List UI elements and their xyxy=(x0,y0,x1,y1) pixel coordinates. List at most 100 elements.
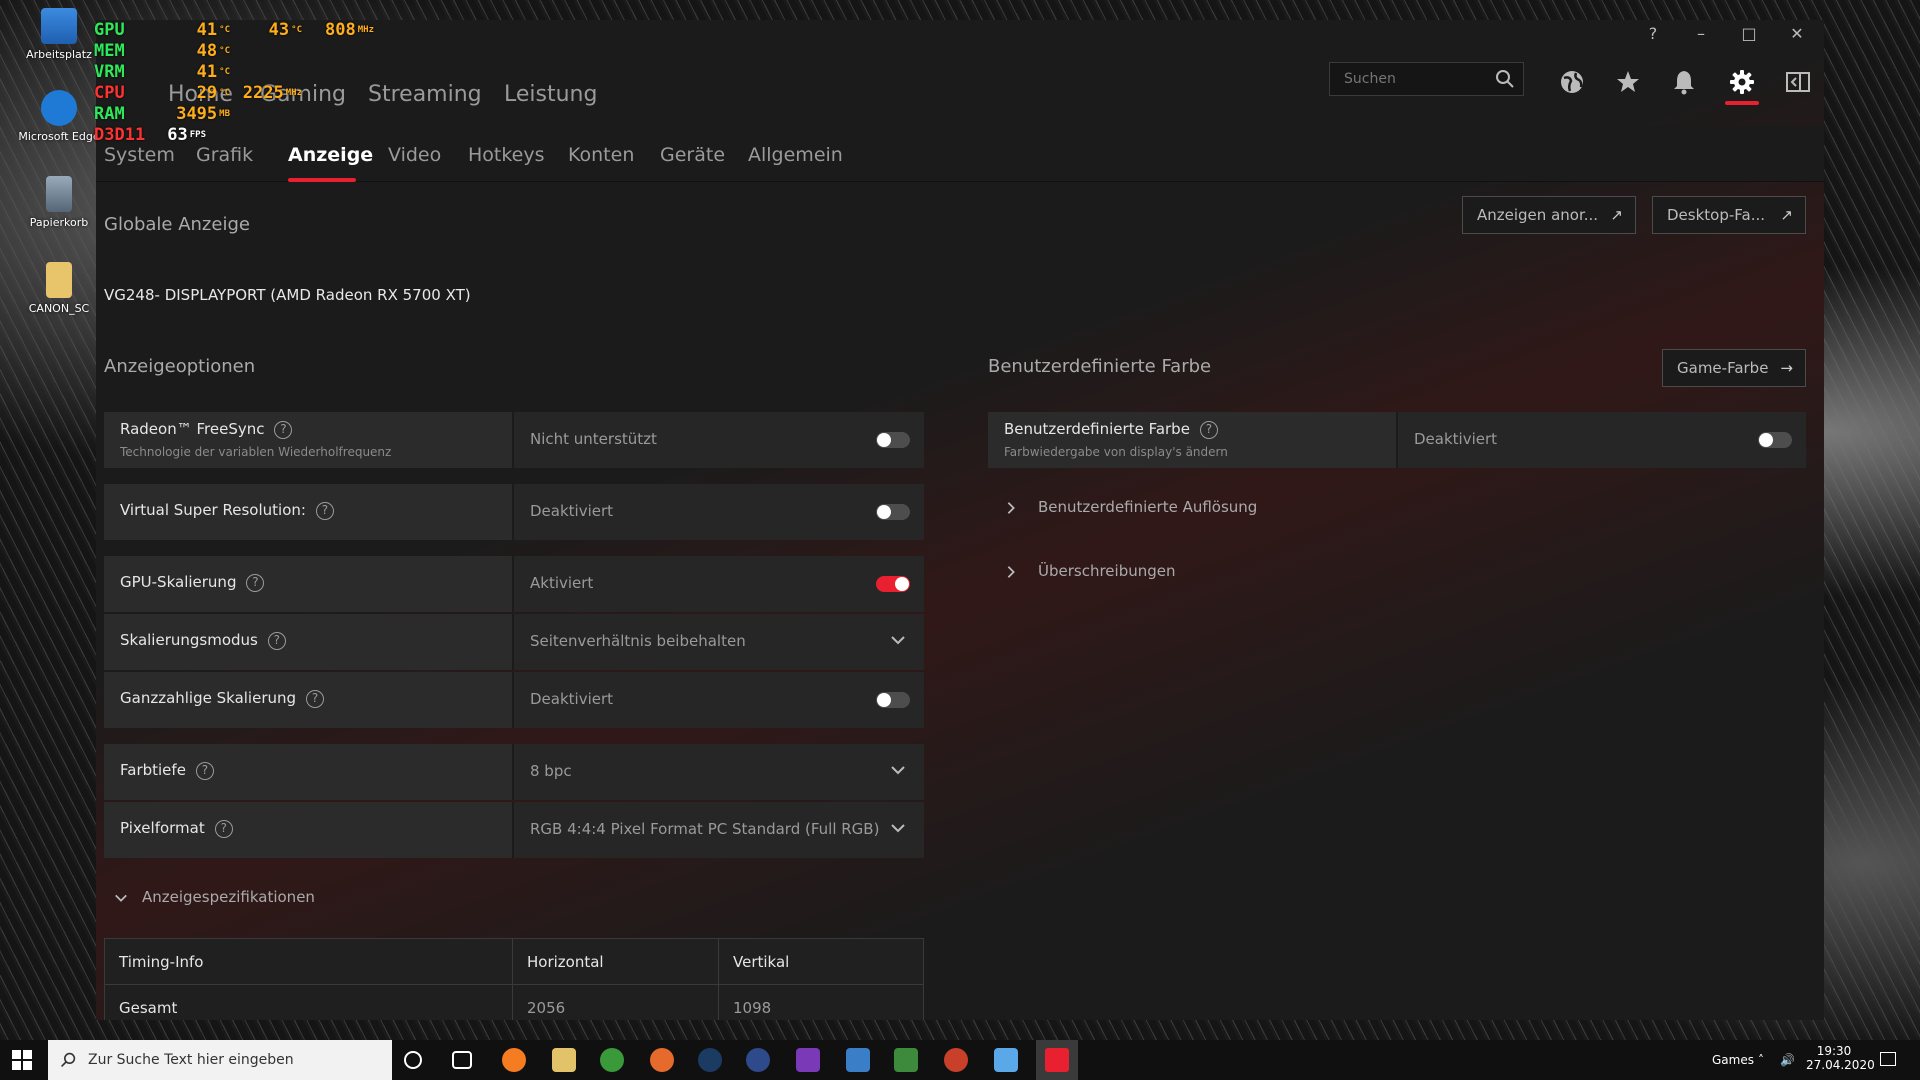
help-icon[interactable]: ? xyxy=(214,819,233,838)
chevron-up-icon[interactable]: ˄ xyxy=(1758,1040,1764,1080)
custom-color-toggle[interactable] xyxy=(1758,432,1792,448)
vsr-toggle[interactable] xyxy=(876,504,910,520)
radeon-taskbar-button[interactable] xyxy=(1036,1040,1078,1080)
folder-icon xyxy=(46,262,72,298)
tab-grafik[interactable]: Grafik xyxy=(196,144,253,166)
overrides-expander[interactable]: Überschreibungen xyxy=(1002,562,1176,580)
display-specs-expander[interactable]: Anzeigespezifikationen xyxy=(112,888,315,906)
help-icon[interactable]: ? xyxy=(1634,20,1672,48)
tab-leistung[interactable]: Leistung xyxy=(504,82,597,107)
chevron-down-icon[interactable] xyxy=(890,632,906,648)
active-tab-indicator xyxy=(288,178,356,182)
search-icon[interactable] xyxy=(1495,69,1515,89)
radeon-icon xyxy=(1045,1048,1069,1072)
help-icon[interactable]: ? xyxy=(195,761,214,780)
chevron-down-icon[interactable] xyxy=(890,820,906,836)
taskbar: Zur Suche Text hier eingeben Games ˄ 🔊 1… xyxy=(0,1040,1920,1080)
volume-icon[interactable]: 🔊 xyxy=(1780,1040,1795,1080)
anydesk-icon[interactable] xyxy=(944,1048,968,1072)
calculator-icon[interactable] xyxy=(846,1048,870,1072)
edge-icon xyxy=(41,90,77,126)
pixel-format-select[interactable]: RGB 4:4:4 Pixel Format PC Standard (Full… xyxy=(530,820,879,838)
option-row-color-depth[interactable]: Farbtiefe? 8 bpc xyxy=(104,744,924,800)
computer-icon xyxy=(41,8,77,44)
clock[interactable]: 19:30 27.04.2020 xyxy=(1806,1040,1875,1080)
tray-label-games[interactable]: Games xyxy=(1712,1040,1754,1080)
option-row-integer-scaling: Ganzzahlige Skalierung? Deaktiviert xyxy=(104,672,924,728)
xbox-icon[interactable] xyxy=(600,1048,624,1072)
cortana-icon[interactable] xyxy=(404,1051,422,1069)
table-row: Gesamt 2056 1098 xyxy=(104,984,924,1020)
option-row-gpu-scaling: GPU-Skalierung? Aktiviert xyxy=(104,556,924,612)
app-icon[interactable] xyxy=(796,1048,820,1072)
tab-konten[interactable]: Konten xyxy=(568,144,634,166)
maximize-icon[interactable]: □ xyxy=(1730,20,1768,48)
help-icon[interactable]: ? xyxy=(267,631,286,650)
gpu-scaling-toggle[interactable] xyxy=(876,576,910,592)
file-explorer-icon[interactable] xyxy=(552,1048,576,1072)
tab-hotkeys[interactable]: Hotkeys xyxy=(468,144,545,166)
option-row-freesync: Radeon™ FreeSync? Technologie der variab… xyxy=(104,412,924,468)
globe-icon[interactable] xyxy=(1558,68,1586,96)
desktop-icon-arbeitsplatz[interactable]: Arbeitsplatz xyxy=(14,8,104,61)
task-view-icon[interactable] xyxy=(452,1051,472,1069)
chevron-right-icon xyxy=(1007,502,1015,514)
color-depth-select[interactable]: 8 bpc xyxy=(530,762,572,780)
desktop-icon-canon[interactable]: CANON_SC xyxy=(14,262,104,315)
desktop-color-button[interactable]: Desktop-Fa... ↗ xyxy=(1652,196,1806,234)
search-input[interactable] xyxy=(1330,63,1490,95)
game-color-button[interactable]: Game-Farbe → xyxy=(1662,349,1806,387)
display-name: VG248- DISPLAYPORT (AMD Radeon RX 5700 X… xyxy=(104,286,471,304)
steam-icon[interactable] xyxy=(698,1048,722,1072)
option-row-pixel-format[interactable]: Pixelformat? RGB 4:4:4 Pixel Format PC S… xyxy=(104,802,924,858)
table-header-row: Timing-Info Horizontal Vertikal xyxy=(104,938,924,985)
windows-start-icon[interactable] xyxy=(12,1050,32,1070)
custom-resolution-expander[interactable]: Benutzerdefinierte Auflösung xyxy=(1002,498,1257,516)
radeon-settings-window: ? – □ ✕ Home Gaming Streaming Leistung S… xyxy=(96,20,1824,1020)
bell-icon[interactable] xyxy=(1670,68,1698,96)
desktop-icon-papierkorb[interactable]: Papierkorb xyxy=(14,176,104,229)
tab-anzeige[interactable]: Anzeige xyxy=(288,144,373,166)
option-row-scaling-mode[interactable]: Skalierungsmodus? Seitenverhältnis beibe… xyxy=(104,614,924,670)
search-box[interactable] xyxy=(1329,62,1524,96)
desktop-icon-edge[interactable]: Microsoft Edge xyxy=(14,90,104,143)
firefox-icon[interactable] xyxy=(502,1048,526,1072)
help-icon[interactable]: ? xyxy=(274,420,293,439)
tab-geraete[interactable]: Geräte xyxy=(660,144,725,166)
arrange-displays-button[interactable]: Anzeigen anor... ↗ xyxy=(1462,196,1636,234)
tab-video[interactable]: Video xyxy=(388,144,441,166)
search-icon xyxy=(61,1052,76,1067)
integer-scaling-toggle[interactable] xyxy=(876,692,910,708)
freesync-toggle[interactable] xyxy=(876,432,910,448)
chevron-down-icon xyxy=(115,894,127,902)
external-arrow-icon: ↗ xyxy=(1610,206,1623,224)
section-title-custom-color: Benutzerdefinierte Farbe xyxy=(988,356,1212,377)
origin-icon[interactable] xyxy=(650,1048,674,1072)
recycle-bin-icon xyxy=(46,176,72,212)
sidebar-toggle-icon[interactable] xyxy=(1784,68,1812,96)
timing-info-table: Timing-Info Horizontal Vertikal Gesamt 2… xyxy=(104,938,924,1020)
help-icon[interactable]: ? xyxy=(246,573,265,592)
taskbar-search-box[interactable]: Zur Suche Text hier eingeben xyxy=(48,1040,392,1080)
notification-center-icon[interactable] xyxy=(1880,1052,1896,1066)
chevron-right-icon xyxy=(1007,566,1015,578)
scaling-mode-select[interactable]: Seitenverhältnis beibehalten xyxy=(530,632,746,650)
external-arrow-icon: ↗ xyxy=(1780,206,1793,224)
chevron-down-icon[interactable] xyxy=(890,762,906,778)
help-icon[interactable]: ? xyxy=(1199,420,1218,439)
star-icon[interactable] xyxy=(1614,68,1642,96)
minimize-icon[interactable]: – xyxy=(1682,20,1720,48)
arrow-right-icon: → xyxy=(1780,359,1793,377)
help-icon[interactable]: ? xyxy=(315,501,334,520)
help-icon[interactable]: ? xyxy=(306,689,325,708)
tab-system[interactable]: System xyxy=(104,144,175,166)
close-icon[interactable]: ✕ xyxy=(1778,20,1816,48)
image-viewer-icon[interactable] xyxy=(894,1048,918,1072)
gear-icon[interactable] xyxy=(1728,68,1756,96)
tab-allgemein[interactable]: Allgemein xyxy=(748,144,843,166)
hardware-monitor-overlay: GPU 41 °C 43 °C 808 MHz MEM 48 °C VRM 41 °C C… xyxy=(94,20,374,145)
option-row-vsr: Virtual Super Resolution:? Deaktiviert xyxy=(104,484,924,540)
remote-desktop-icon[interactable] xyxy=(994,1048,1018,1072)
battlenet-icon[interactable] xyxy=(746,1048,770,1072)
section-title-anzeigeoptionen: Anzeigeoptionen xyxy=(104,356,256,377)
